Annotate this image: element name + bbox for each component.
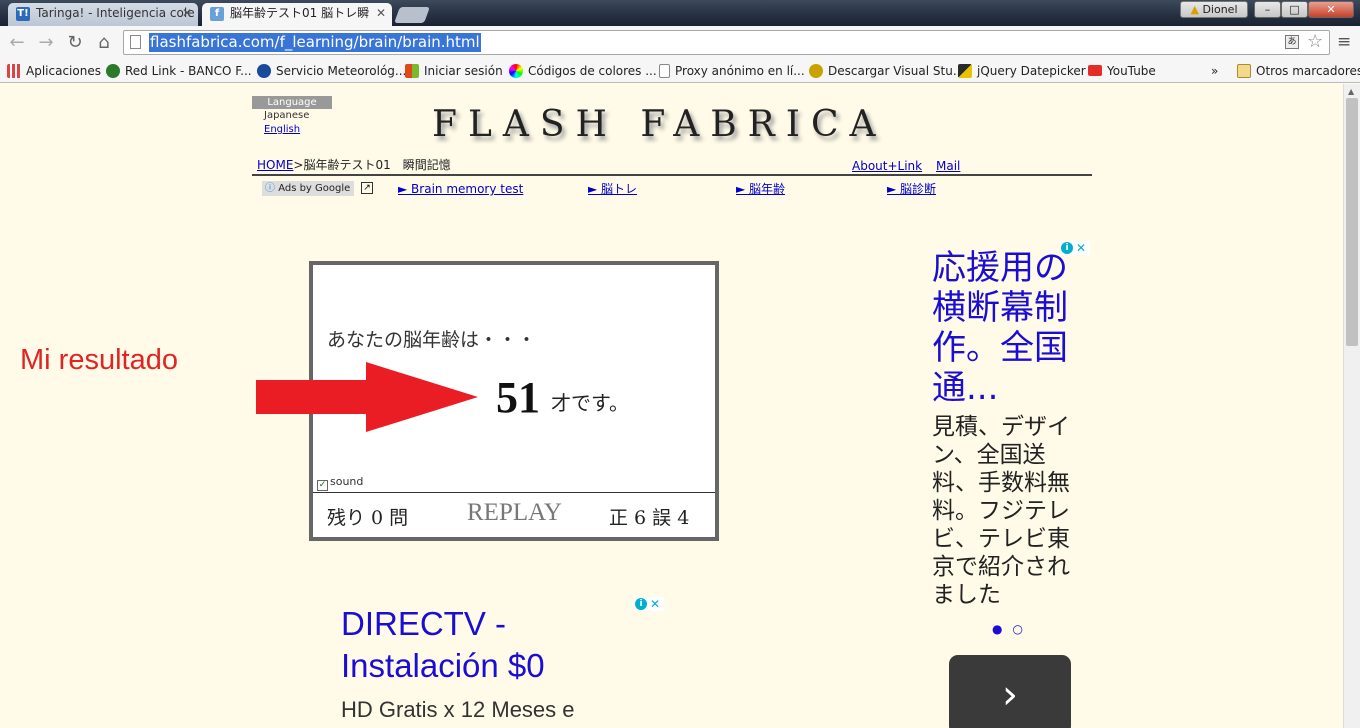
close-icon[interactable]: ✕ [182,3,192,24]
ad-carousel-dots[interactable]: ●○ [992,622,1033,636]
flash-fabrica-icon: f [210,7,224,21]
external-link-icon[interactable]: ↗ [361,182,373,194]
bookmark-apps[interactable]: Aplicaciones [7,63,101,79]
tab-label: Taringa! - Inteligencia cole [36,6,195,20]
chrome-menu-icon[interactable]: ≡ [1337,34,1351,51]
ad-right-title[interactable]: 応援用の横断幕制作。全国通... [932,248,1092,408]
game-divider [313,492,715,493]
scrollbar-thumb[interactable] [1346,98,1358,346]
address-bar[interactable]: flashfabrica.com/f_learning/brain/brain.… [123,30,1330,55]
reload-icon[interactable]: ↻ [64,32,86,54]
bookmark-login[interactable]: Iniciar sesión [405,63,503,79]
bookmark-proxy[interactable]: Proxy anónimo en lí... [659,63,805,79]
adchoices-icon[interactable]: i ✕ [634,597,664,611]
replay-button[interactable]: REPLAY [467,499,562,527]
taringa-icon: T! [16,7,30,21]
minimize-button[interactable]: – [1254,1,1281,18]
ad-link-brain-memory-test[interactable]: ► Brain memory test [398,181,523,197]
tab-taringa[interactable]: T! Taringa! - Inteligencia cole ✕ [8,3,198,26]
page-icon [130,35,141,49]
ads-by-google[interactable]: ⓘ Ads by Google [262,181,355,196]
breadcrumb-home[interactable]: HOME [257,158,293,172]
bookmark-star-icon[interactable]: ☆ [1307,31,1323,53]
bookmarks-overflow-button[interactable]: » [1211,63,1218,79]
bookmark-jquery[interactable]: jQuery Datepicker [958,63,1086,79]
bookmark-other[interactable]: Otros marcadores [1237,63,1360,79]
breadcrumb-current: >脳年齢テスト01 瞬間記憶 [293,158,451,172]
tab-flash-fabrica[interactable]: f 脳年齢テスト01 脳トレ瞬 ✕ [202,3,392,26]
ad-link-brain-diagnosis[interactable]: ► 脳診断 [887,181,936,197]
redlink-icon [106,64,120,78]
windows-icon [405,64,419,78]
bookmarks-bar: Aplicaciones Red Link - BANCO F... Servi… [0,59,1360,83]
bookmark-weather[interactable]: Servicio Meteorológ... [257,63,406,79]
close-window-button[interactable]: ✕ [1308,1,1354,18]
url-text[interactable]: flashfabrica.com/f_learning/brain/brain.… [149,33,481,52]
tab-strip: T! Taringa! - Inteligencia cole ✕ f 脳年齢テ… [0,0,1360,26]
mail-link[interactable]: Mail [936,158,960,174]
back-icon[interactable]: ← [6,32,28,54]
score-display: 正 6 誤 4 [609,507,690,529]
scroll-up-icon[interactable]: ▲ [1348,87,1354,96]
checkbox-checked-icon[interactable]: ✓ [317,480,328,491]
bookmark-visual-studio[interactable]: Descargar Visual Stu... [809,63,964,79]
page-scrollbar[interactable]: ▲ [1343,84,1360,728]
bookmark-colors[interactable]: Códigos de colores ... [509,63,657,79]
home-icon[interactable]: ⌂ [93,32,115,54]
bookmark-youtube[interactable]: YouTube [1088,63,1156,79]
result-question: あなたの脳年齢は・・・ [327,329,537,351]
maximize-button[interactable]: □ [1281,1,1308,18]
annotation-label: Mi resultado [20,344,178,376]
ad-link-brain-age[interactable]: ► 脳年齢 [736,181,785,197]
language-selector: Language Japanese English [252,96,332,137]
weather-icon [257,64,271,78]
language-header: Language [252,96,332,109]
about-link[interactable]: About+Link [852,158,922,174]
forward-icon[interactable]: → [35,32,57,54]
chevron-right-icon: › [1002,672,1018,718]
brain-age-suffix: 才です。 [551,391,629,415]
breadcrumb: HOME>脳年齢テスト01 瞬間記憶 [257,157,451,173]
language-japanese[interactable]: Japanese [252,109,332,123]
page-icon [659,64,670,78]
bookmark-redlink[interactable]: Red Link - BANCO F... [106,63,252,79]
site-logo[interactable]: FLASH FABRICA [432,104,887,145]
ad-link-brain-training[interactable]: ► 脳トレ [588,181,637,197]
header-divider [252,174,1092,176]
folder-icon [1237,64,1251,78]
ad-right-body[interactable]: 見積、デザイン、全国送料、手数料無料。フジテレビ、テレビ東京で紹介されました [932,413,1088,609]
sound-toggle[interactable]: ✓ sound [317,475,363,491]
language-english[interactable]: English [252,123,332,137]
profile-button[interactable]: ▲ Dionel [1180,1,1248,18]
new-tab-button[interactable] [394,7,430,23]
apps-grid-icon [7,64,21,78]
ad-next-button[interactable]: › [949,655,1071,728]
bee-icon [809,64,823,78]
remaining-questions: 残り 0 問 [327,507,409,529]
brain-age-value: 51 [496,373,540,422]
ad-bottom-title[interactable]: DIRECTV - Instalación $0 [341,603,545,687]
info-icon: ⓘ [265,183,275,194]
color-wheel-icon [509,64,523,78]
translate-icon[interactable]: あ [1285,35,1299,49]
ad-bottom-body[interactable]: HD Gratis x 12 Meses e [341,697,575,723]
profile-name: Dionel [1202,3,1238,16]
annotation-arrow-icon [256,362,478,432]
warning-icon: ▲ [1190,3,1199,16]
close-icon[interactable]: ✕ [376,3,386,24]
jquery-icon [958,64,972,78]
tab-label: 脳年齢テスト01 脳トレ瞬 [230,6,370,20]
youtube-icon [1088,65,1102,76]
